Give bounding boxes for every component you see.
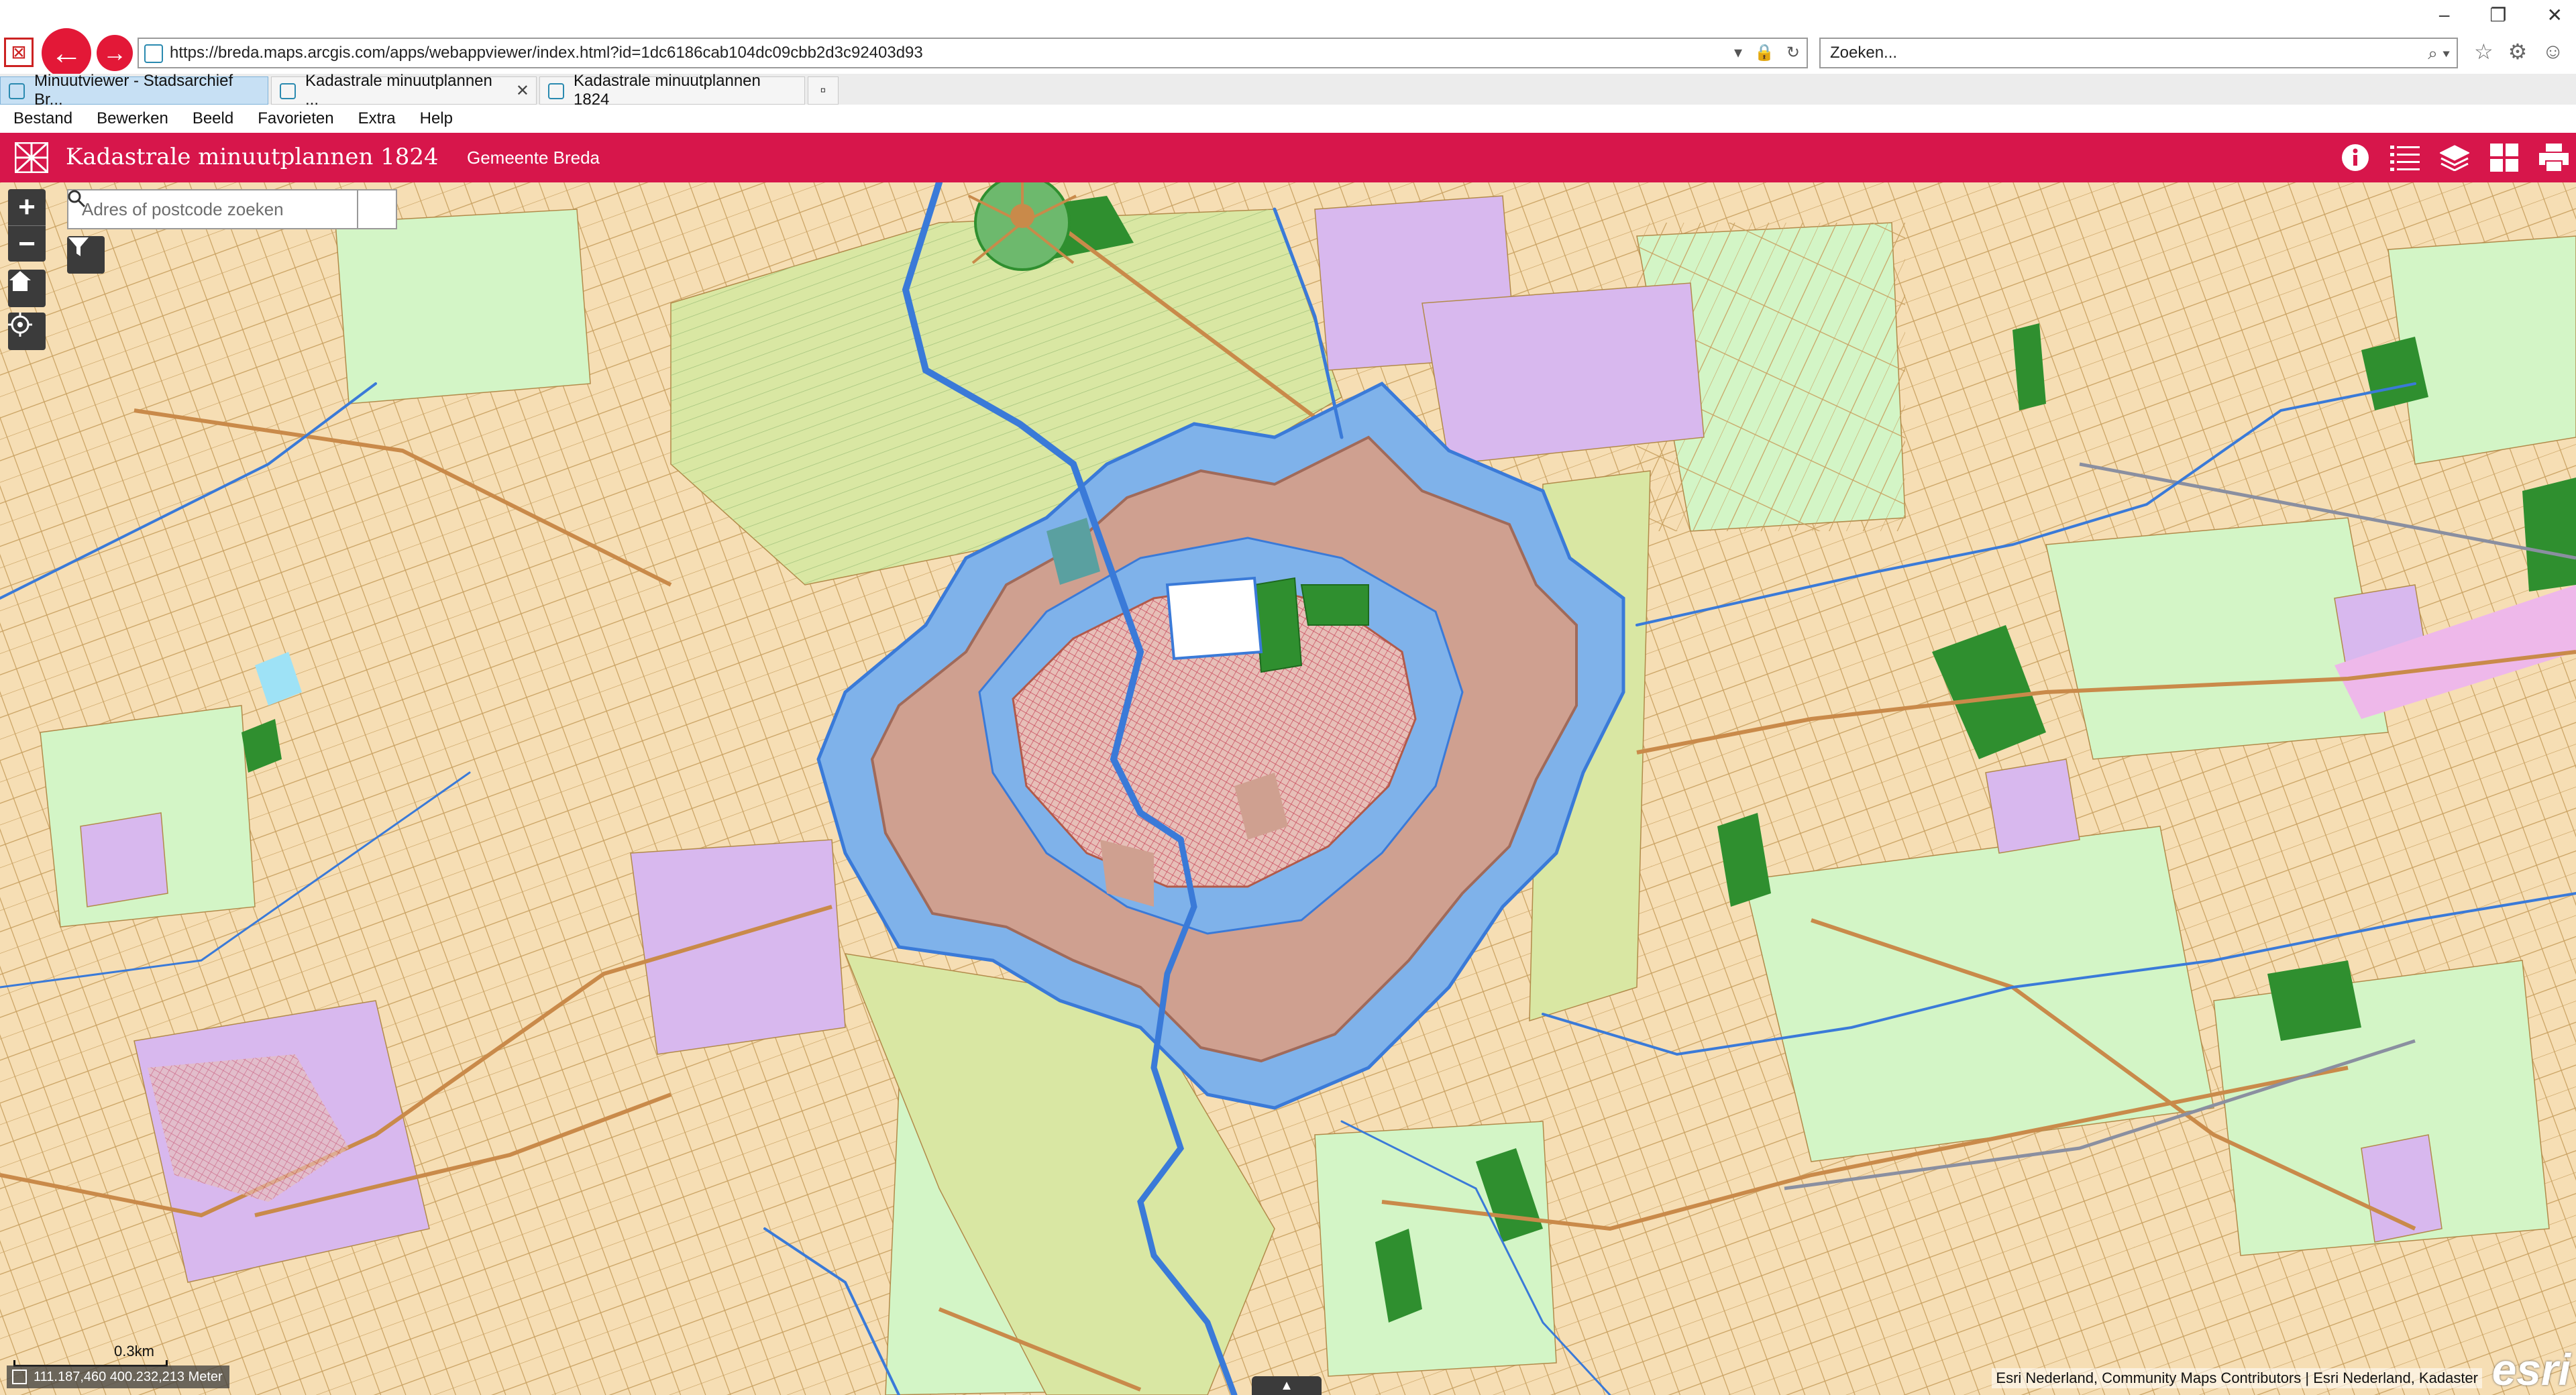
address-search-input[interactable]: Adres of postcode zoeken [67, 189, 358, 229]
ie-app-icon: ⊠ [4, 38, 34, 67]
home-button[interactable] [8, 270, 46, 307]
tab-site-icon [280, 83, 296, 99]
browser-search-placeholder: Zoeken... [1830, 44, 1898, 62]
site-icon [144, 44, 163, 63]
search-button[interactable] [68, 189, 397, 229]
basemap-button[interactable] [2487, 141, 2521, 174]
back-arrow-icon: ← [50, 35, 83, 71]
basemap-grid-icon [2490, 144, 2518, 172]
filter-button[interactable] [67, 236, 105, 274]
app-subtitle: Gemeente Breda [467, 148, 600, 168]
home-icon [9, 271, 31, 291]
castle-breda [1165, 576, 1263, 661]
favorites-star-icon[interactable]: ☆ [2474, 39, 2493, 64]
zoom-control: + − [8, 189, 46, 262]
menu-help[interactable]: Help [420, 109, 453, 128]
search-icon [68, 190, 86, 208]
menu-bewerken[interactable]: Bewerken [97, 109, 168, 128]
address-actions: ▾ 🔒 ↻ [1734, 43, 1800, 62]
address-bar[interactable]: https://breda.maps.arcgis.com/apps/webap… [138, 38, 1808, 68]
menu-extra[interactable]: Extra [358, 109, 396, 128]
tab-minuutviewer[interactable]: Minuutviewer - Stadsarchief Br... [0, 72, 268, 109]
zoom-in-button[interactable]: + [8, 189, 46, 225]
dropdown-icon[interactable]: ▾ [1734, 43, 1742, 62]
coordinate-readout[interactable]: 111.187,460 400.232,213 Meter [7, 1365, 229, 1388]
esri-logo: esri [2491, 1345, 2571, 1394]
menu-beeld[interactable]: Beeld [193, 109, 233, 128]
address-search-placeholder: Adres of postcode zoeken [82, 199, 284, 219]
browser-search-box[interactable]: Zoeken... ⌕ ▾ [1819, 38, 2458, 68]
search-icon[interactable]: ⌕ ▾ [2428, 43, 2450, 64]
new-tab-icon: ▫ [820, 81, 826, 99]
tab-label: Minuutviewer - Stadsarchief Br... [34, 72, 233, 109]
locate-icon [8, 313, 32, 337]
close-window-icon[interactable]: ✕ [2547, 4, 2563, 26]
map-view[interactable]: + − Adres of postcode zoeken 0.3km 111.1… [0, 182, 2576, 1395]
forward-arrow-icon: → [103, 39, 127, 66]
tab-label: Kadastrale minuutplannen ... [305, 72, 492, 109]
print-icon [2539, 144, 2569, 172]
header-tools [2339, 141, 2571, 174]
app-title: Kadastrale minuutplannen 1824 [66, 144, 439, 170]
tab-label: Kadastrale minuutplannen 1824 [574, 72, 761, 109]
settings-gear-icon[interactable]: ⚙ [2508, 39, 2528, 64]
map-canvas [0, 182, 2576, 1395]
layers-icon [2440, 145, 2469, 171]
back-button[interactable]: ← [42, 28, 91, 78]
legend-list-icon [2390, 146, 2420, 171]
tab-kadastrale-1[interactable]: Kadastrale minuutplannen ... ✕ [271, 72, 537, 109]
coordinate-text: 111.187,460 400.232,213 Meter [34, 1369, 223, 1384]
refresh-icon[interactable]: ↻ [1786, 43, 1800, 62]
app-logo-icon [15, 142, 48, 173]
tab-strip: Minuutviewer - Stadsarchief Br... Kadast… [0, 72, 2576, 109]
minimize-icon[interactable]: – [2439, 4, 2450, 26]
chevron-up-icon: ▲ [1280, 1378, 1293, 1393]
locate-button[interactable] [8, 313, 46, 350]
tab-close-icon[interactable]: ✕ [516, 81, 529, 101]
new-tab-button[interactable]: ▫ [808, 76, 839, 105]
bottom-panel-toggle[interactable]: ▲ [1252, 1376, 1322, 1395]
geocoder-search: Adres of postcode zoeken [67, 189, 397, 229]
menu-favorieten[interactable]: Favorieten [258, 109, 333, 128]
tab-site-icon [9, 83, 25, 99]
plus-icon: + [18, 190, 36, 223]
zoom-out-button[interactable]: − [8, 226, 46, 262]
map-attribution: Esri Nederland, Community Maps Contribut… [1992, 1368, 2482, 1388]
layers-button[interactable] [2438, 141, 2471, 174]
info-button[interactable] [2339, 141, 2372, 174]
lock-icon[interactable]: 🔒 [1754, 43, 1774, 62]
coordinate-toggle-icon[interactable] [12, 1370, 27, 1384]
print-button[interactable] [2537, 141, 2571, 174]
restore-icon[interactable]: ❐ [2489, 4, 2506, 26]
info-icon [2342, 144, 2369, 171]
smiley-feedback-icon[interactable]: ☺ [2542, 39, 2564, 64]
menu-bestand[interactable]: Bestand [13, 109, 72, 128]
app-header: Kadastrale minuutplannen 1824 Gemeente B… [0, 133, 2576, 182]
tab-kadastrale-2[interactable]: Kadastrale minuutplannen 1824 [539, 72, 805, 109]
browser-toolbar: ☆ ⚙ ☺ [2474, 39, 2564, 64]
tab-site-icon [548, 83, 564, 99]
window-controls: – ❐ ✕ [2439, 4, 2563, 26]
browser-chrome: – ❐ ✕ ⊠ ← → https://breda.maps.arcgis.co… [0, 0, 2576, 78]
minus-icon: − [18, 227, 36, 260]
scale-label: 0.3km [114, 1343, 154, 1359]
url-text: https://breda.maps.arcgis.com/apps/webap… [170, 44, 923, 62]
menu-bar: Bestand Bewerken Beeld Favorieten Extra … [0, 105, 2576, 133]
legend-button[interactable] [2388, 141, 2422, 174]
forward-button[interactable]: → [97, 35, 133, 71]
filter-icon [68, 237, 89, 256]
